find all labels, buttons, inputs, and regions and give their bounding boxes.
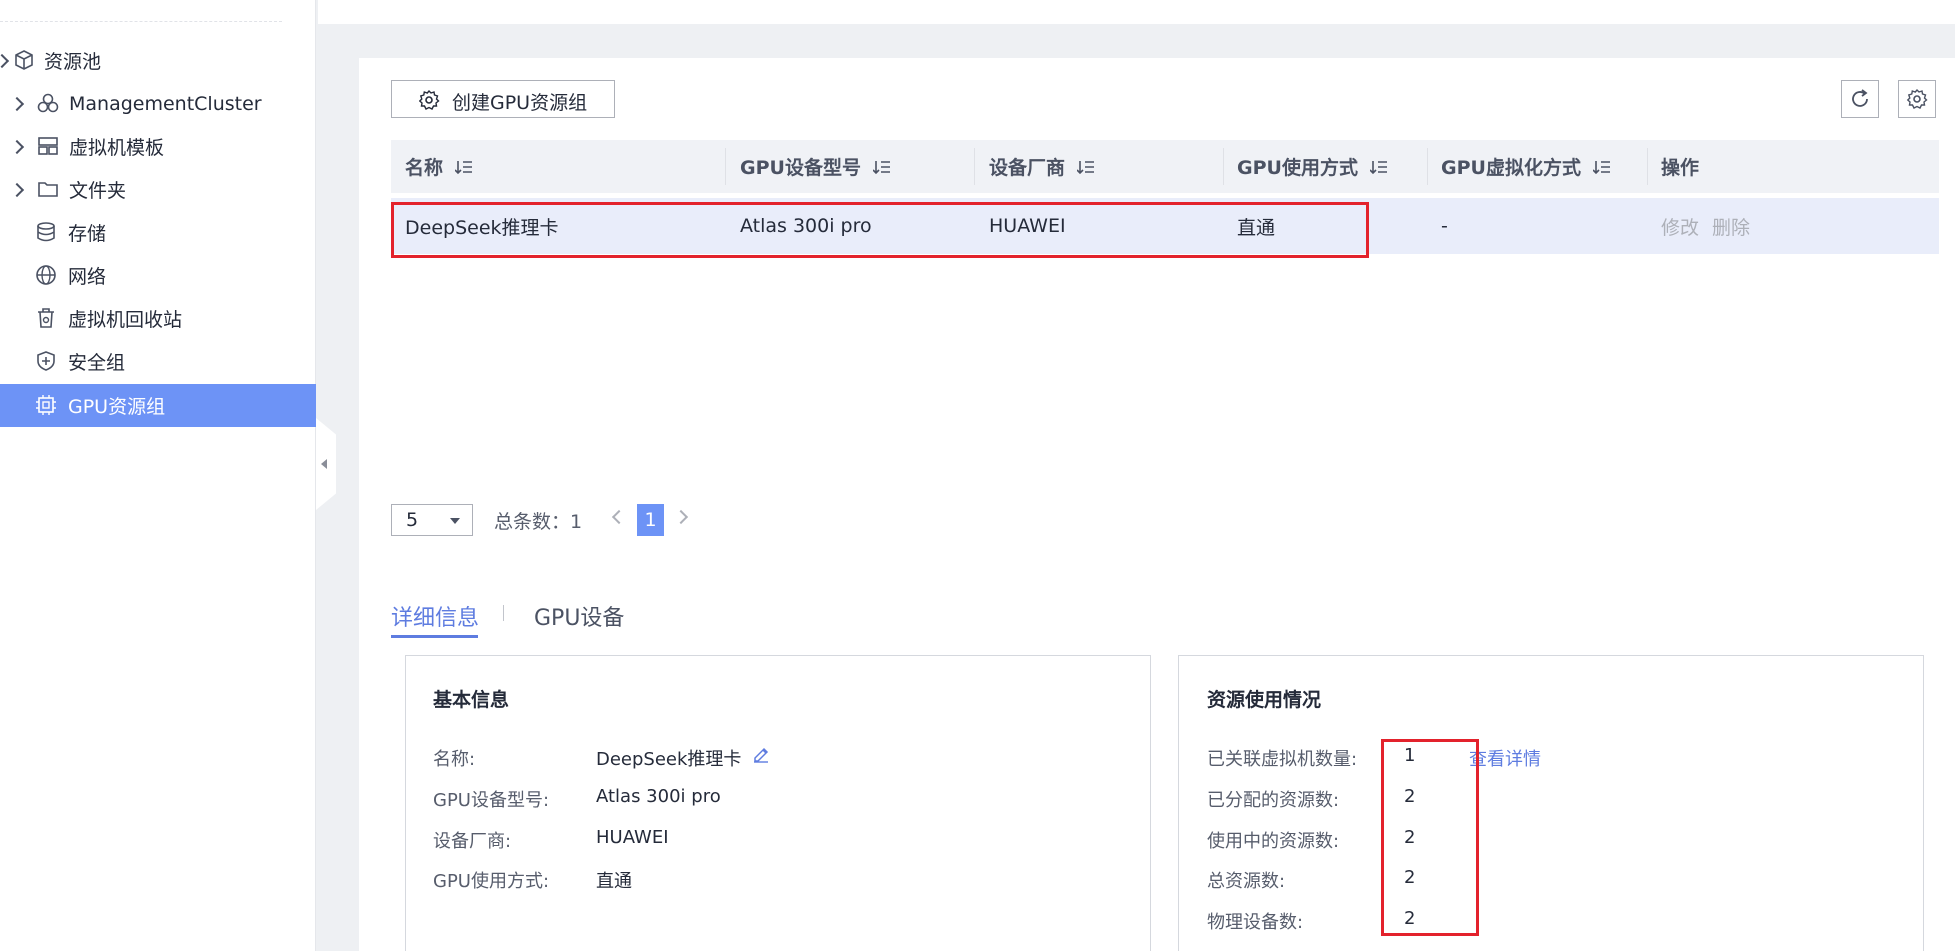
refresh-button[interactable] bbox=[1841, 80, 1879, 118]
sort-icon[interactable] bbox=[1077, 159, 1095, 175]
column-header-label: GPU设备型号 bbox=[740, 157, 861, 179]
cluster-icon bbox=[37, 93, 59, 113]
active-tab-indicator bbox=[391, 635, 478, 638]
column-header-label: 名称 bbox=[405, 157, 444, 179]
gear-icon bbox=[1906, 88, 1928, 109]
in-use-resources-label: 使用中的资源数: bbox=[1207, 831, 1340, 852]
create-button-label: 创建GPU资源组 bbox=[452, 92, 588, 114]
column-divider bbox=[1223, 148, 1224, 185]
sidebar: 资源池 ManagementCluster 虚拟机模板 文件夹 存储 网络 虚拟… bbox=[0, 0, 316, 951]
sort-icon[interactable] bbox=[455, 159, 473, 175]
page-size-value: 5 bbox=[406, 509, 419, 531]
folder-icon bbox=[38, 182, 58, 197]
refresh-icon bbox=[1852, 89, 1868, 107]
chevron-right-icon[interactable] bbox=[9, 137, 25, 157]
sidebar-divider bbox=[0, 21, 282, 22]
column-header-vendor[interactable]: 设备厂商 bbox=[989, 140, 1095, 193]
sort-icon[interactable] bbox=[1369, 159, 1388, 175]
sidebar-item-label: GPU资源组 bbox=[68, 396, 166, 418]
template-icon bbox=[38, 137, 58, 155]
physical-devices-label: 物理设备数: bbox=[1207, 912, 1304, 933]
gpu-model-value: Atlas 300i pro bbox=[596, 786, 721, 807]
edit-pencil-icon[interactable] bbox=[752, 745, 770, 763]
table-header: 名称 GPU设备型号 设备厂商 GPU使用方式 GPU虚拟化方式 操作 bbox=[391, 140, 1939, 193]
chevron-right-icon[interactable] bbox=[0, 51, 10, 71]
sidebar-item-label: ManagementCluster bbox=[69, 92, 262, 115]
current-page-button[interactable]: 1 bbox=[637, 504, 664, 536]
tab-details[interactable]: 详细信息 bbox=[391, 600, 479, 632]
create-gpu-resource-group-button[interactable]: 创建GPU资源组 bbox=[391, 80, 615, 118]
column-header-label: 设备厂商 bbox=[989, 157, 1066, 179]
sidebar-item-label: 安全组 bbox=[68, 352, 126, 374]
shield-icon bbox=[37, 351, 55, 371]
cell-gpu-virtualization: - bbox=[1441, 215, 1448, 237]
sort-icon[interactable] bbox=[1592, 159, 1611, 175]
vendor-value: HUAWEI bbox=[596, 827, 669, 848]
gpu-usage-value: 直通 bbox=[596, 871, 632, 892]
column-header-name[interactable]: 名称 bbox=[405, 140, 473, 193]
vendor-label: 设备厂商: bbox=[433, 831, 512, 852]
sidebar-item-label: 资源池 bbox=[44, 51, 102, 73]
basic-info-title: 基本信息 bbox=[433, 689, 510, 711]
name-label: 名称: bbox=[433, 749, 476, 770]
sidebar-item-management-cluster[interactable]: ManagementCluster bbox=[0, 82, 316, 125]
sidebar-item-label: 存储 bbox=[68, 223, 107, 245]
total-resources-label: 总资源数: bbox=[1207, 871, 1286, 892]
total-count: 总条数：1 bbox=[494, 511, 583, 533]
edit-link[interactable]: 修改 bbox=[1661, 198, 1699, 254]
sidebar-item-gpu-resource-group[interactable]: GPU资源组 bbox=[0, 384, 316, 427]
cube-icon bbox=[15, 50, 33, 70]
column-header-label: GPU使用方式 bbox=[1237, 157, 1358, 179]
gpu-model-label: GPU设备型号: bbox=[433, 790, 550, 811]
sidebar-item-label: 虚拟机模板 bbox=[69, 137, 165, 159]
tab-gpu-devices[interactable]: GPU设备 bbox=[534, 600, 624, 632]
sidebar-item-security-group[interactable]: 安全组 bbox=[0, 340, 316, 383]
sidebar-item-storage[interactable]: 存储 bbox=[0, 211, 316, 254]
resource-usage-title: 资源使用情况 bbox=[1207, 689, 1322, 711]
sidebar-item-resource-pool[interactable]: 资源池 bbox=[0, 39, 316, 82]
main-header-strip bbox=[318, 0, 1955, 24]
settings-button[interactable] bbox=[1898, 80, 1936, 118]
column-divider bbox=[974, 148, 975, 185]
recycle-bin-icon bbox=[38, 308, 54, 328]
column-header-gpu-usage[interactable]: GPU使用方式 bbox=[1237, 140, 1388, 193]
sidebar-item-label: 虚拟机回收站 bbox=[68, 309, 183, 331]
chip-icon bbox=[36, 395, 56, 415]
delete-link[interactable]: 删除 bbox=[1712, 198, 1750, 254]
column-divider bbox=[1647, 148, 1648, 185]
column-header-actions: 操作 bbox=[1661, 140, 1699, 193]
highlight-box-values bbox=[1381, 739, 1479, 936]
chevron-right-icon[interactable] bbox=[9, 94, 25, 114]
tab-divider bbox=[503, 605, 504, 621]
highlight-box-row bbox=[391, 202, 1369, 258]
column-header-gpu-virtualization[interactable]: GPU虚拟化方式 bbox=[1441, 140, 1611, 193]
column-divider bbox=[725, 148, 726, 185]
name-value: DeepSeek推理卡 bbox=[596, 749, 742, 770]
sidebar-item-network[interactable]: 网络 bbox=[0, 254, 316, 297]
page-size-select[interactable]: 5 bbox=[391, 504, 473, 536]
gpu-usage-label: GPU使用方式: bbox=[433, 871, 550, 892]
chevron-right-icon[interactable] bbox=[9, 180, 25, 200]
sidebar-item-folder[interactable]: 文件夹 bbox=[0, 168, 316, 211]
sidebar-item-label: 文件夹 bbox=[69, 180, 127, 202]
column-header-label: 操作 bbox=[1661, 157, 1700, 179]
view-details-link[interactable]: 查看详情 bbox=[1469, 745, 1541, 771]
sort-icon[interactable] bbox=[872, 159, 891, 175]
sidebar-item-label: 网络 bbox=[68, 266, 107, 288]
column-divider bbox=[1427, 148, 1428, 185]
allocated-resources-label: 已分配的资源数: bbox=[1207, 790, 1340, 811]
sidebar-collapse-handle[interactable] bbox=[316, 418, 336, 510]
globe-icon bbox=[36, 265, 56, 285]
database-icon bbox=[37, 222, 55, 242]
column-header-label: GPU虚拟化方式 bbox=[1441, 157, 1581, 179]
gear-plus-icon bbox=[419, 89, 440, 110]
sidebar-item-vm-template[interactable]: 虚拟机模板 bbox=[0, 125, 316, 168]
sidebar-item-vm-recycle-bin[interactable]: 虚拟机回收站 bbox=[0, 297, 316, 340]
column-header-gpu-model[interactable]: GPU设备型号 bbox=[740, 140, 891, 193]
linked-vm-count-label: 已关联虚拟机数量: bbox=[1207, 749, 1358, 770]
